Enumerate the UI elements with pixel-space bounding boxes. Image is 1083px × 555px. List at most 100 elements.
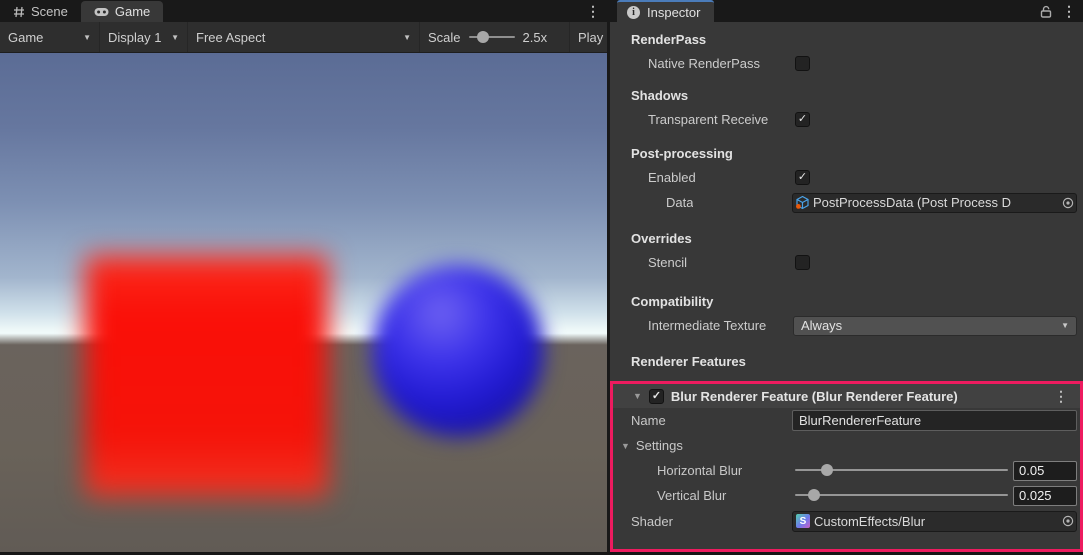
section-postprocessing: Post-processing	[610, 143, 1083, 165]
shader-value: CustomEffects/Blur	[814, 514, 925, 529]
game-panel: Scene Game ⋮ Game ▼ Display 1	[0, 0, 607, 555]
check-icon: ✓	[798, 172, 807, 183]
chevron-down-icon: ▼	[171, 33, 179, 42]
intermediate-texture-value: Always	[801, 318, 842, 333]
native-renderpass-label: Native RenderPass	[648, 56, 760, 71]
row-enabled: Enabled ✓	[610, 165, 1083, 190]
section-overrides: Overrides	[610, 228, 1083, 250]
inspector-actions: ⋮	[1040, 0, 1076, 22]
chevron-down-icon: ▼	[83, 33, 91, 42]
stencil-label: Stencil	[648, 255, 687, 270]
horizontal-blur-slider[interactable]	[795, 463, 1008, 477]
game-viewport	[0, 53, 607, 552]
tab-game[interactable]: Game	[81, 1, 163, 22]
shader-icon: S	[796, 514, 810, 528]
data-object-value: PostProcessData (Post Process D	[813, 195, 1011, 210]
scale-slider-knob[interactable]	[477, 31, 489, 43]
check-icon: ✓	[652, 391, 661, 402]
row-name: Name BlurRendererFeature	[613, 408, 1080, 433]
play-label: Play	[578, 30, 603, 45]
name-label: Name	[631, 413, 666, 428]
blur-feature-header[interactable]: ▼ ✓ Blur Renderer Feature (Blur Renderer…	[613, 384, 1080, 408]
scale-label: Scale	[428, 30, 461, 45]
blurred-red-cube	[85, 255, 328, 497]
transparent-receive-label: Transparent Receive	[648, 112, 768, 127]
tab-scene[interactable]: Scene	[0, 1, 81, 22]
inspector-panel: i Inspector ⋮ RenderPass Native RenderPa…	[610, 0, 1083, 555]
game-mode-dropdown[interactable]: Game ▼	[0, 22, 100, 52]
intermediate-texture-dropdown[interactable]: Always ▼	[793, 316, 1077, 336]
name-input[interactable]: BlurRendererFeature	[792, 410, 1077, 431]
scriptable-object-icon	[795, 195, 810, 210]
horizontal-blur-label: Horizontal Blur	[657, 463, 742, 478]
native-renderpass-checkbox[interactable]	[795, 56, 810, 71]
stencil-checkbox[interactable]	[795, 255, 810, 270]
blur-feature-title: Blur Renderer Feature (Blur Renderer Fea…	[671, 389, 958, 404]
play-focused-dropdown[interactable]: Play	[570, 22, 607, 52]
blur-renderer-feature-highlight: ▼ ✓ Blur Renderer Feature (Blur Renderer…	[610, 381, 1083, 552]
row-transparent-receive: Transparent Receive ✓	[610, 107, 1083, 131]
chevron-down-icon: ▼	[1061, 321, 1069, 330]
inspector-tabbar: i Inspector ⋮	[610, 0, 1083, 22]
tab-game-label: Game	[115, 4, 150, 19]
game-panel-menu-icon[interactable]: ⋮	[586, 1, 600, 21]
section-compatibility: Compatibility	[610, 291, 1083, 313]
tab-inspector[interactable]: i Inspector	[617, 0, 714, 22]
game-toolbar: Game ▼ Display 1 ▼ Free Aspect ▼ Scale 2…	[0, 22, 607, 53]
aspect-label: Free Aspect	[196, 30, 265, 45]
section-renderer-features: Renderer Features	[610, 351, 1083, 373]
data-label: Data	[666, 195, 693, 210]
section-shadows: Shadows	[610, 85, 1083, 107]
display-label: Display 1	[108, 30, 161, 45]
transparent-receive-checkbox[interactable]: ✓	[795, 112, 810, 127]
row-data: Data PostProcessData (Post Process D	[610, 190, 1083, 215]
row-intermediate-texture: Intermediate Texture Always ▼	[610, 313, 1083, 338]
scale-slider-track	[469, 36, 515, 38]
info-icon: i	[627, 6, 640, 19]
tab-scene-label: Scene	[31, 4, 68, 19]
scale-control: Scale 2.5x	[420, 22, 570, 52]
vertical-blur-input[interactable]: 0.025	[1013, 486, 1077, 506]
game-tabbar: Scene Game ⋮	[0, 0, 607, 22]
blurred-blue-sphere	[372, 265, 544, 437]
enabled-checkbox[interactable]: ✓	[795, 170, 810, 185]
intermediate-texture-label: Intermediate Texture	[648, 318, 766, 333]
inspector-content: RenderPass Native RenderPass Shadows Tra…	[610, 22, 1083, 555]
scale-slider[interactable]	[469, 30, 515, 44]
scale-value: 2.5x	[523, 30, 548, 45]
foldout-icon[interactable]: ▼	[621, 441, 630, 451]
inspector-menu-icon[interactable]: ⋮	[1062, 3, 1076, 20]
chevron-down-icon: ▼	[403, 33, 411, 42]
row-horizontal-blur: Horizontal Blur 0.05	[613, 458, 1080, 483]
shader-object-field[interactable]: S CustomEffects/Blur	[792, 511, 1077, 532]
tab-inspector-label: Inspector	[647, 5, 700, 20]
check-icon: ✓	[798, 114, 807, 125]
scene-grid-icon	[13, 6, 25, 18]
data-object-field[interactable]: PostProcessData (Post Process D	[792, 193, 1077, 213]
vertical-blur-slider[interactable]	[795, 488, 1008, 502]
slider-knob[interactable]	[821, 464, 833, 476]
slider-track	[795, 494, 1008, 496]
settings-label: Settings	[636, 438, 683, 453]
enabled-label: Enabled	[648, 170, 696, 185]
unity-editor-window: Scene Game ⋮ Game ▼ Display 1	[0, 0, 1083, 555]
game-mode-label: Game	[8, 30, 43, 45]
display-dropdown[interactable]: Display 1 ▼	[100, 22, 188, 52]
horizontal-blur-input[interactable]: 0.05	[1013, 461, 1077, 481]
blur-feature-checkbox[interactable]: ✓	[649, 389, 664, 404]
shader-label: Shader	[631, 514, 673, 529]
row-vertical-blur: Vertical Blur 0.025	[613, 483, 1080, 508]
lock-icon[interactable]	[1040, 5, 1052, 18]
row-native-renderpass: Native RenderPass	[610, 51, 1083, 75]
gamepad-icon	[94, 7, 109, 17]
object-picker-icon[interactable]	[1059, 194, 1076, 212]
slider-knob[interactable]	[808, 489, 820, 501]
row-shader: Shader S CustomEffects/Blur	[613, 508, 1080, 534]
vertical-blur-label: Vertical Blur	[657, 488, 726, 503]
blur-feature-menu-icon[interactable]: ⋮	[1054, 388, 1068, 405]
aspect-ratio-dropdown[interactable]: Free Aspect ▼	[188, 22, 420, 52]
object-picker-icon[interactable]	[1059, 512, 1076, 531]
section-renderpass: RenderPass	[610, 29, 1083, 51]
row-settings: ▼ Settings	[613, 433, 1080, 458]
foldout-icon[interactable]: ▼	[633, 391, 642, 401]
